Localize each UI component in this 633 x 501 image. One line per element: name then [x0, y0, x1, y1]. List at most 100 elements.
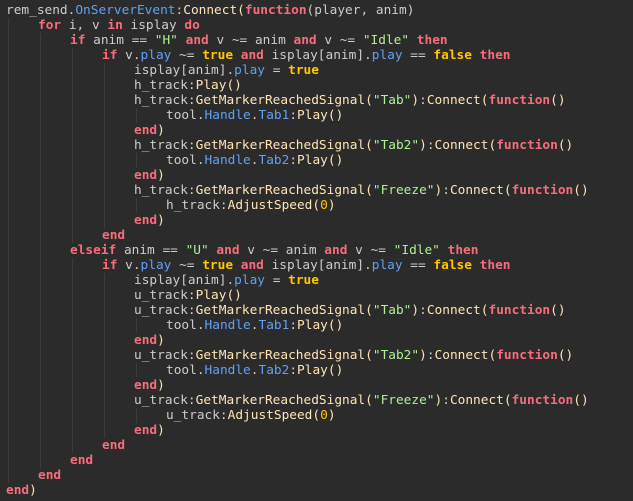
code-token-paren: ) — [157, 423, 165, 438]
code-token-kw: if — [102, 258, 118, 273]
code-token-str: "Tab" — [372, 93, 412, 108]
indent-guide — [8, 453, 9, 468]
code-token-paren: () — [550, 93, 566, 108]
code-token-kw: end — [102, 438, 126, 453]
code-token-plain: : — [289, 318, 298, 333]
code-line[interactable]: u_track:GetMarkerReachedSignal("Tab"):Co… — [6, 303, 633, 318]
code-token-prop: play — [234, 63, 265, 78]
indent-guide — [8, 318, 9, 333]
code-line[interactable]: h_track:AdjustSpeed(0) — [6, 198, 633, 213]
code-editor[interactable]: rem_send.OnServerEvent:Connect(function(… — [0, 0, 633, 501]
code-token-paren: ( — [365, 303, 373, 318]
code-line[interactable]: u_track:Play() — [6, 288, 633, 303]
code-token-paren: () — [550, 303, 566, 318]
code-token-plain: v ~= — [347, 243, 394, 258]
code-token-kw: and — [324, 243, 348, 258]
code-token-kw: end — [134, 168, 158, 183]
code-token-method: GetMarkerReachedSignal — [195, 183, 366, 198]
indent-guide — [40, 228, 41, 243]
code-line[interactable]: isplay[anim].play = true — [6, 63, 633, 78]
indent-guide — [40, 318, 41, 333]
code-line[interactable]: end — [6, 468, 633, 483]
code-line[interactable]: h_track:GetMarkerReachedSignal("Tab"):Co… — [6, 93, 633, 108]
code-token-paren: () — [573, 393, 589, 408]
code-token-plain: : — [289, 108, 298, 123]
code-line[interactable]: rem_send.OnServerEvent:Connect(function(… — [6, 3, 633, 18]
code-token-method: Connect — [434, 348, 489, 363]
code-token-kw: function — [496, 348, 558, 363]
code-line[interactable]: h_track:GetMarkerReachedSignal("Tab2"):C… — [6, 138, 633, 153]
code-token-method: AdjustSpeed — [227, 198, 313, 213]
code-line[interactable]: for i, v in isplay do — [6, 18, 633, 33]
code-line[interactable]: end) — [6, 168, 633, 183]
code-token-plain: : — [442, 393, 450, 408]
code-line-content: if anim == "H" and v ~= anim and v ~= "I… — [70, 33, 448, 48]
code-token-plain: h_track: — [134, 78, 196, 93]
code-line[interactable]: end) — [6, 378, 633, 393]
code-token-kw: end — [6, 483, 30, 498]
code-line[interactable]: u_track:GetMarkerReachedSignal("Freeze")… — [6, 393, 633, 408]
code-line[interactable]: if v.play ~= true and isplay[anim].play … — [6, 48, 633, 63]
code-line[interactable]: end — [6, 453, 633, 468]
code-line[interactable]: h_track:Play() — [6, 78, 633, 93]
indent-guide — [104, 198, 105, 213]
code-line[interactable]: u_track:GetMarkerReachedSignal("Tab2"):C… — [6, 348, 633, 363]
code-line[interactable]: end) — [6, 213, 633, 228]
code-token-paren: () — [226, 78, 242, 93]
code-line[interactable]: tool.Handle.Tab2:Play() — [6, 363, 633, 378]
indent-guide — [8, 363, 9, 378]
code-line-content: if v.play ~= true and isplay[anim].play … — [102, 48, 510, 63]
code-line[interactable]: end) — [6, 123, 633, 138]
code-token-plain: ~= — [171, 48, 203, 63]
code-line-content: elseif anim == "U" and v ~= anim and v ~… — [70, 243, 478, 258]
code-token-method: GetMarkerReachedSignal — [195, 138, 366, 153]
code-line[interactable]: isplay[anim].play = true — [6, 273, 633, 288]
code-line[interactable]: tool.Handle.Tab1:Play() — [6, 108, 633, 123]
code-line[interactable]: end — [6, 228, 633, 243]
code-line[interactable]: end) — [6, 423, 633, 438]
code-token-plain: == — [402, 48, 434, 63]
code-line[interactable]: end — [6, 438, 633, 453]
code-token-kw: then — [416, 33, 448, 48]
indent-guide — [104, 303, 105, 318]
indent-guide — [72, 363, 73, 378]
code-token-paren: ( — [312, 408, 321, 423]
code-token-method: Play — [297, 108, 328, 123]
code-token-kw: function — [511, 393, 574, 408]
code-token-plain: anim == — [85, 33, 155, 48]
code-token-prop: OnServerEvent — [75, 3, 176, 18]
code-line[interactable]: end) — [6, 483, 633, 498]
code-line-content: end — [70, 453, 93, 468]
code-line[interactable]: h_track:GetMarkerReachedSignal("Freeze")… — [6, 183, 633, 198]
code-token-kw: and — [240, 258, 264, 273]
code-token-paren: ( — [365, 183, 373, 198]
code-line[interactable]: tool.Handle.Tab2:Play() — [6, 153, 633, 168]
code-token-bool: true — [288, 273, 319, 288]
code-token-bool: false — [433, 258, 472, 273]
code-line[interactable]: elseif anim == "U" and v ~= anim and v ~… — [6, 243, 633, 258]
indent-guide — [40, 78, 41, 93]
indent-guide — [8, 123, 9, 138]
code-line-content: end — [38, 468, 61, 483]
code-line[interactable]: end) — [6, 333, 633, 348]
code-token-prop: Handle — [204, 363, 251, 378]
indent-guide — [104, 93, 105, 108]
indent-guide — [40, 438, 41, 453]
code-token-method: Connect — [449, 183, 504, 198]
indent-guide — [72, 273, 73, 288]
code-token-plain: h_track: — [166, 198, 228, 213]
code-line-content: isplay[anim].play = true — [134, 63, 319, 78]
code-token-kw: function — [488, 93, 551, 108]
code-line[interactable]: tool.Handle.Tab1:Play() — [6, 318, 633, 333]
code-line[interactable]: if anim == "H" and v ~= anim and v ~= "I… — [6, 33, 633, 48]
code-line[interactable]: if v.play ~= true and isplay[anim].play … — [6, 258, 633, 273]
code-token-paren: () — [557, 138, 574, 153]
code-token-kw: end — [134, 378, 158, 393]
code-token-kw: function — [496, 138, 558, 153]
indent-guide — [72, 138, 73, 153]
code-token-prop: Tab1 — [258, 108, 290, 123]
indent-guide — [40, 123, 41, 138]
code-line[interactable]: u_track:AdjustSpeed(0) — [6, 408, 633, 423]
